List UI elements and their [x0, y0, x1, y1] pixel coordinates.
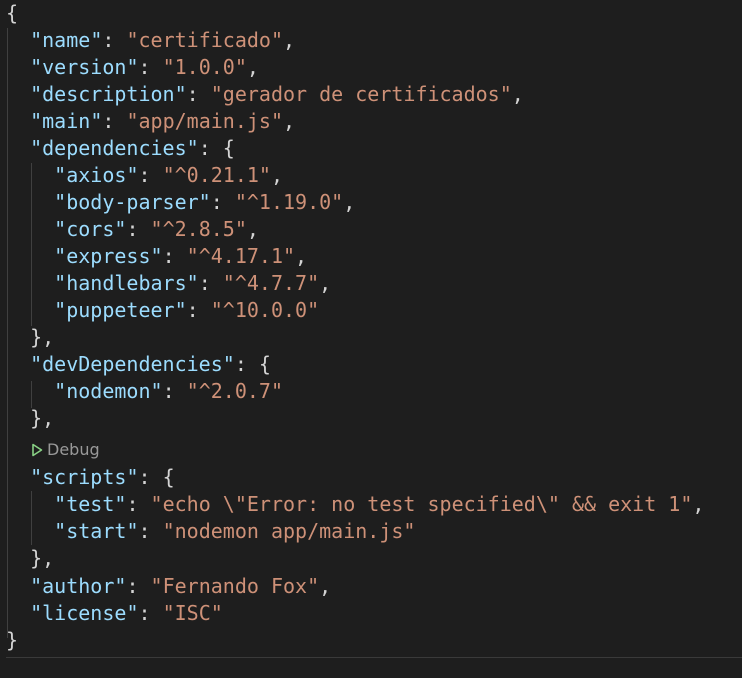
debug-label: Debug — [47, 440, 100, 459]
json-key: express — [66, 244, 151, 268]
code-line[interactable]: "scripts": { — [6, 464, 175, 491]
json-key: version — [42, 55, 127, 79]
json-key: axios — [66, 163, 127, 187]
code-line[interactable]: "axios": "^0.21.1", — [6, 162, 283, 189]
json-key: devDependencies — [42, 352, 223, 376]
json-string: nodemon app/main.js — [174, 519, 404, 543]
json-key: cors — [66, 217, 115, 241]
code-line[interactable]: "license": "ISC" — [6, 600, 223, 627]
code-line[interactable]: } — [6, 627, 18, 654]
play-icon — [32, 443, 43, 456]
code-line[interactable]: }, — [6, 405, 54, 432]
json-key: handlebars — [66, 271, 187, 295]
json-key: nodemon — [66, 379, 151, 403]
code-editor[interactable]: { "name": "certificado", "version": "1.0… — [0, 0, 742, 678]
json-string: ^1.19.0 — [246, 190, 332, 214]
json-key: start — [66, 519, 127, 543]
json-key: body-parser — [66, 190, 199, 214]
code-line[interactable]: "nodemon": "^2.0.7" — [6, 378, 283, 405]
json-string: ^2.0.7 — [198, 379, 271, 403]
json-key: description — [42, 82, 175, 106]
json-key: test — [66, 492, 115, 516]
code-line[interactable]: "main": "app/main.js", — [6, 108, 295, 135]
json-string: echo \"Error: no test specified\" && exi… — [162, 492, 681, 516]
json-string: certificado — [138, 28, 271, 52]
json-string: ^4.7.7 — [234, 271, 308, 295]
code-line[interactable]: "start": "nodemon app/main.js" — [6, 518, 415, 545]
json-string: app/main.js — [138, 109, 271, 133]
code-line[interactable]: "cors": "^2.8.5", — [6, 216, 259, 243]
divider — [6, 657, 742, 658]
code-line[interactable]: "body-parser": "^1.19.0", — [6, 189, 355, 216]
code-line[interactable]: "version": "1.0.0", — [6, 54, 259, 81]
json-key: author — [42, 574, 115, 598]
code-line[interactable]: }, — [6, 324, 54, 351]
json-string: ^10.0.0 — [222, 298, 308, 322]
code-line[interactable]: { — [6, 0, 18, 27]
json-string: ^2.8.5 — [162, 217, 235, 241]
json-key: name — [42, 28, 91, 52]
json-string: Fernando Fox — [162, 574, 308, 598]
debug-codelens[interactable]: Debug — [31, 438, 100, 461]
json-key: puppeteer — [66, 298, 175, 322]
json-key: scripts — [42, 465, 127, 489]
json-key: dependencies — [42, 136, 187, 160]
json-string: ISC — [174, 601, 211, 625]
code-line[interactable]: }, — [6, 545, 54, 572]
code-line[interactable]: "test": "echo \"Error: no test specified… — [6, 491, 704, 518]
json-string: 1.0.0 — [174, 55, 235, 79]
json-key: license — [42, 601, 127, 625]
code-line[interactable]: "name": "certificado", — [6, 27, 295, 54]
code-line[interactable]: "author": "Fernando Fox", — [6, 573, 331, 600]
json-key: main — [42, 109, 91, 133]
code-line[interactable]: "devDependencies": { — [6, 351, 271, 378]
code-line[interactable]: "description": "gerador de certificados"… — [6, 81, 524, 108]
code-line[interactable]: "dependencies": { — [6, 135, 235, 162]
code-line[interactable]: "puppeteer": "^10.0.0" — [6, 297, 319, 324]
code-line[interactable]: "express": "^4.17.1", — [6, 243, 307, 270]
code-line[interactable]: "handlebars": "^4.7.7", — [6, 270, 331, 297]
json-string: ^4.17.1 — [198, 244, 283, 268]
json-string: gerador de certificados — [222, 82, 500, 106]
json-string: ^0.21.1 — [174, 163, 259, 187]
